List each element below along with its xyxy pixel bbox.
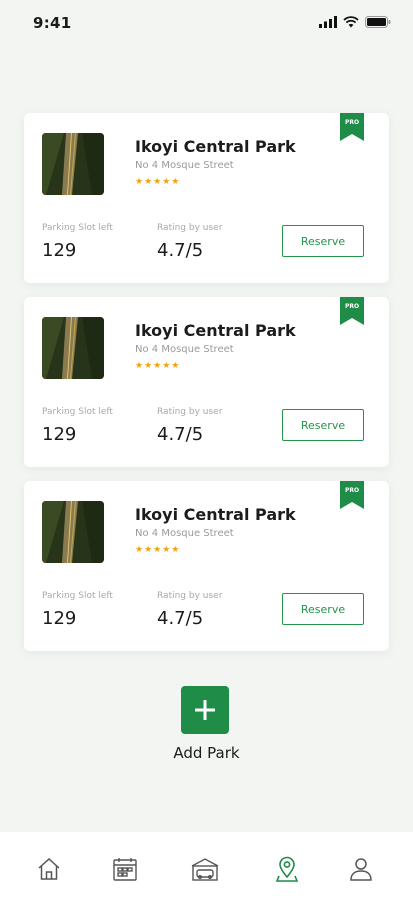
slot-label: Parking Slot left	[42, 591, 113, 601]
tab-location[interactable]	[272, 854, 302, 884]
park-address: No 4 Mosque Street	[135, 160, 234, 171]
star-rating: ★★★★★	[135, 545, 181, 555]
slot-label: Parking Slot left	[42, 223, 113, 233]
park-address: No 4 Mosque Street	[135, 528, 234, 539]
park-address: No 4 Mosque Street	[135, 344, 234, 355]
park-title: Ikoyi Central Park	[135, 321, 296, 340]
tab-parking[interactable]	[190, 854, 220, 884]
user-icon	[350, 858, 372, 881]
status-bar: 9:41	[0, 0, 413, 48]
tab-calendar[interactable]	[110, 854, 140, 884]
parking-icon	[191, 858, 219, 881]
status-icons	[319, 16, 391, 28]
park-thumbnail	[42, 133, 104, 195]
add-park-button[interactable]	[181, 686, 229, 734]
pro-badge: PRO	[340, 113, 364, 141]
park-title: Ikoyi Central Park	[135, 137, 296, 156]
signal-icon	[319, 16, 337, 28]
battery-icon	[365, 16, 391, 28]
pro-badge: PRO	[340, 481, 364, 509]
slot-value: 129	[42, 608, 77, 629]
reserve-button[interactable]: Reserve	[282, 409, 364, 441]
park-card[interactable]: Ikoyi Central Park No 4 Mosque Street ★★…	[24, 481, 389, 651]
location-pin-icon	[275, 856, 299, 882]
rating-value: 4.7/5	[157, 424, 204, 445]
pro-badge-label: PRO	[344, 119, 360, 126]
bottom-tab-bar	[0, 832, 413, 900]
star-rating: ★★★★★	[135, 177, 181, 187]
tab-profile[interactable]	[346, 854, 376, 884]
reserve-button[interactable]: Reserve	[282, 593, 364, 625]
tab-home[interactable]	[34, 854, 64, 884]
slot-label: Parking Slot left	[42, 407, 113, 417]
park-thumbnail	[42, 501, 104, 563]
park-card[interactable]: Ikoyi Central Park No 4 Mosque Street ★★…	[24, 297, 389, 467]
reserve-button[interactable]: Reserve	[282, 225, 364, 257]
home-icon	[38, 857, 60, 880]
star-rating: ★★★★★	[135, 361, 181, 371]
pro-badge-label: PRO	[344, 303, 360, 310]
park-card[interactable]: Ikoyi Central Park No 4 Mosque Street ★★…	[24, 113, 389, 283]
wifi-icon	[343, 16, 359, 28]
rating-value: 4.7/5	[157, 240, 204, 261]
rating-value: 4.7/5	[157, 608, 204, 629]
rating-label: Rating by user	[157, 591, 223, 601]
pro-badge: PRO	[340, 297, 364, 325]
park-thumbnail	[42, 317, 104, 379]
slot-value: 129	[42, 240, 77, 261]
park-title: Ikoyi Central Park	[135, 505, 296, 524]
status-time: 9:41	[33, 14, 72, 32]
slot-value: 129	[42, 424, 77, 445]
rating-label: Rating by user	[157, 407, 223, 417]
calendar-icon	[113, 858, 137, 881]
add-park-label: Add Park	[173, 744, 240, 762]
rating-label: Rating by user	[157, 223, 223, 233]
pro-badge-label: PRO	[344, 487, 360, 494]
plus-icon	[195, 700, 215, 720]
